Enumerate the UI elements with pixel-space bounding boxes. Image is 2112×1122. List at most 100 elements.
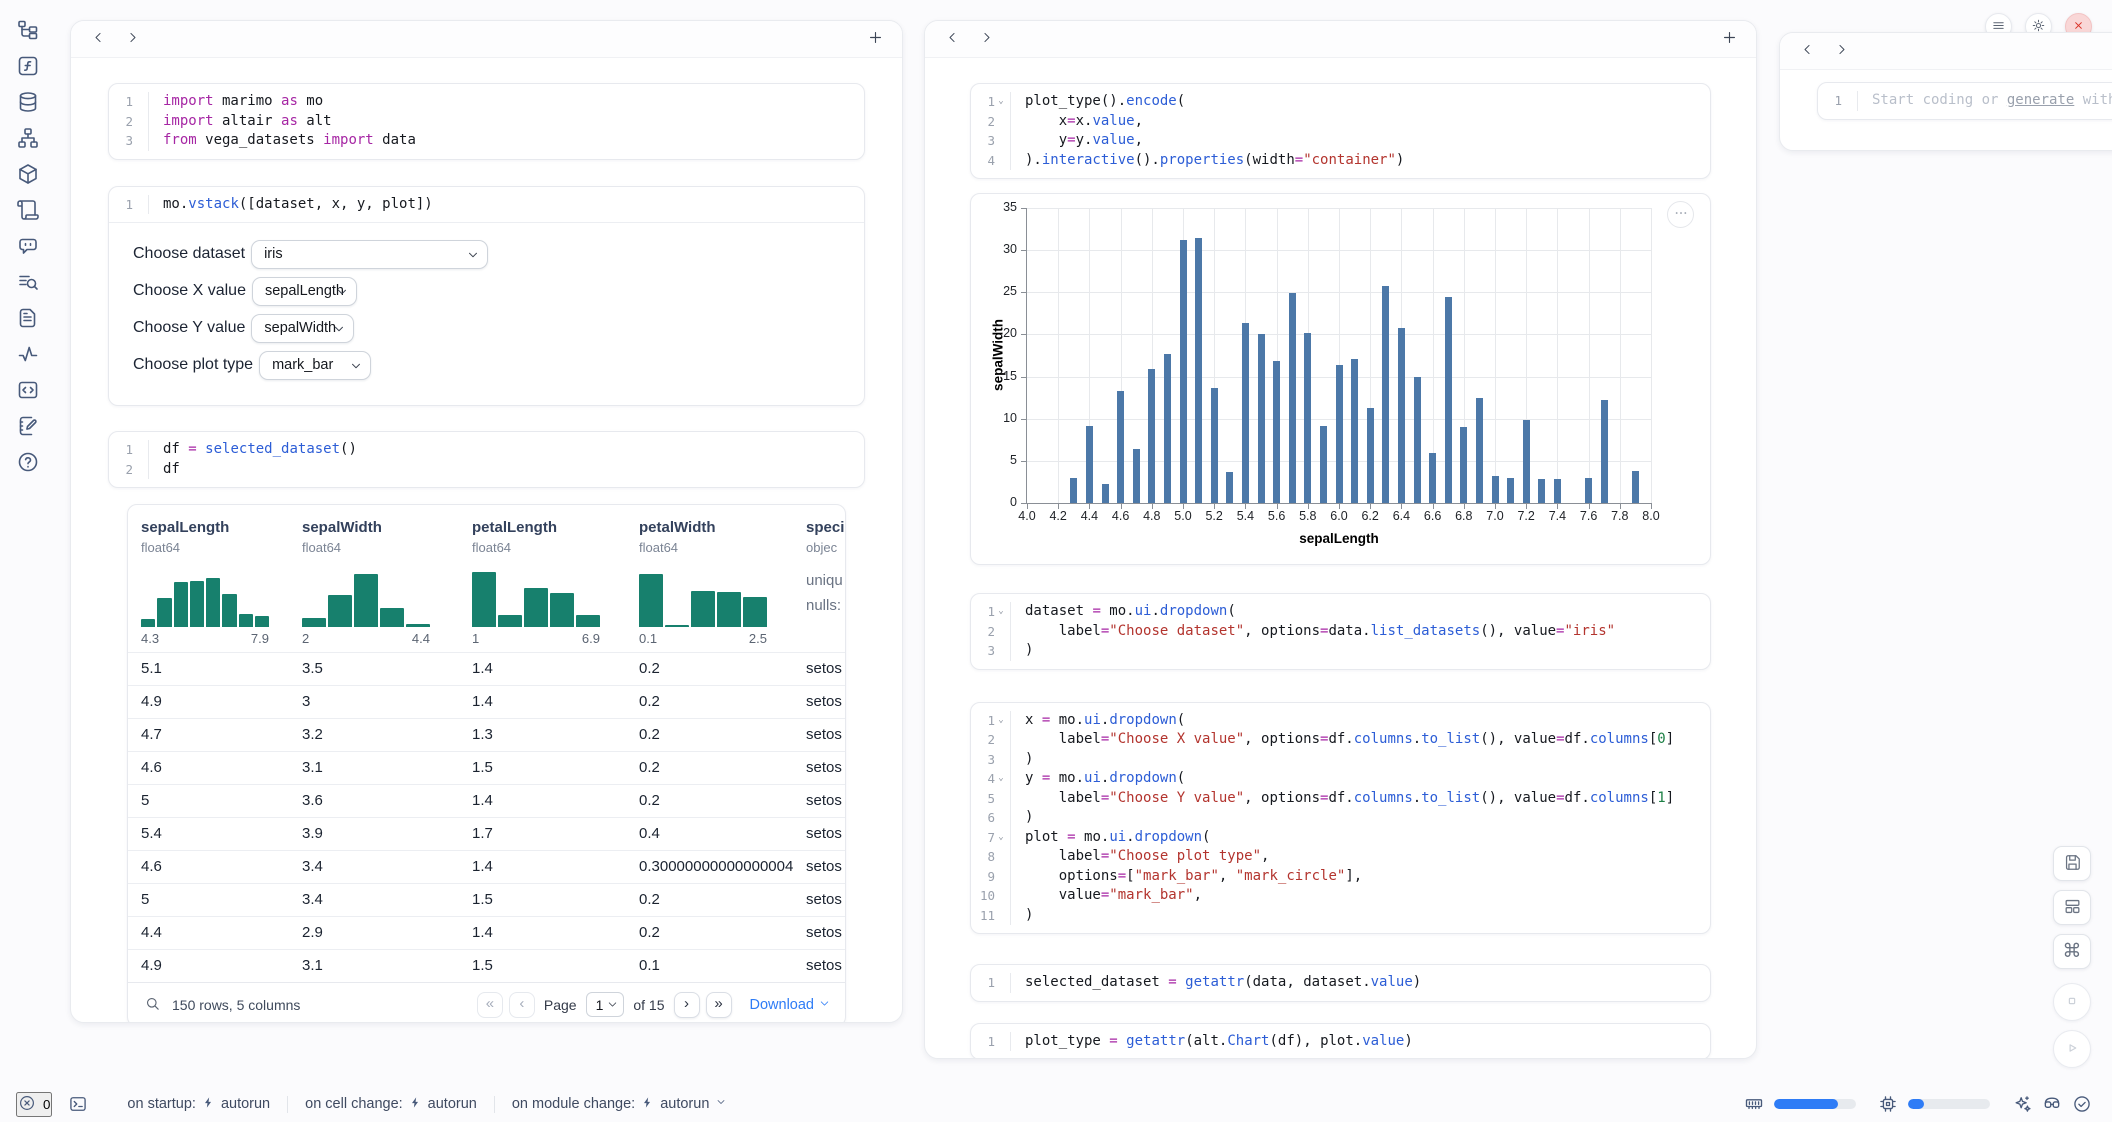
cell-imports-code[interactable]: 1import marimo as mo2import altair as al… bbox=[109, 84, 864, 159]
code-line: 2 label="Choose dataset", options=data.l… bbox=[971, 622, 1710, 642]
cell-selected-dataset-code[interactable]: 1selected_dataset = getattr(data, datase… bbox=[971, 965, 1710, 1001]
range-min: 1 bbox=[472, 631, 479, 646]
chart-plot-area[interactable] bbox=[1027, 208, 1651, 503]
cell-empty-code[interactable]: 1Start coding or generate with AI bbox=[1818, 83, 2112, 119]
scroll-left-button[interactable] bbox=[85, 26, 111, 52]
scroll-right-button[interactable] bbox=[119, 26, 145, 52]
help-button[interactable] bbox=[16, 450, 40, 474]
altair-chart-output[interactable]: 4.04.24.44.64.85.05.25.45.65.86.06.26.46… bbox=[970, 193, 1711, 565]
snippets-button[interactable] bbox=[16, 198, 40, 222]
file-explorer-button[interactable] bbox=[16, 18, 40, 42]
runtime-setting[interactable]: on startup:autorun bbox=[110, 1096, 287, 1113]
table-cell: 0.2 bbox=[639, 693, 806, 710]
next-page-button[interactable]: › bbox=[674, 992, 700, 1018]
table-cell: 3.6 bbox=[302, 792, 472, 809]
packages-button[interactable] bbox=[16, 162, 40, 186]
fold-toggle-icon[interactable]: ⌄ bbox=[995, 92, 1007, 112]
download-button[interactable]: Download bbox=[750, 995, 832, 1014]
dropdown-select-1[interactable]: iris bbox=[251, 240, 488, 269]
zap-icon bbox=[409, 1096, 422, 1113]
cell-df-code[interactable]: 1df = selected_dataset()2df bbox=[109, 432, 864, 487]
code-line: 1⌄plot_type().encode( bbox=[971, 92, 1710, 112]
dropdown-widget-row: Choose X valuesepalLength bbox=[133, 276, 840, 306]
cell-xy-plot-dropdowns-code[interactable]: 1⌄x = mo.ui.dropdown(2 label="Choose X v… bbox=[971, 703, 1710, 934]
fold-toggle-icon[interactable]: ⌄ bbox=[995, 769, 1007, 789]
connection-status-button[interactable] bbox=[2072, 1094, 2092, 1114]
dropdown-select-2[interactable]: sepalLength bbox=[252, 277, 357, 306]
status-bar-right bbox=[1744, 1094, 2092, 1114]
table-column-header: sepalWidthfloat6424.4 bbox=[302, 519, 472, 646]
chart-bar bbox=[1195, 238, 1202, 503]
line-number: 5 bbox=[978, 789, 995, 809]
dependency-graph-button[interactable] bbox=[16, 126, 40, 150]
error-indicator[interactable]: 0 bbox=[16, 1092, 52, 1117]
layout-button[interactable] bbox=[2053, 890, 2091, 925]
functions-button[interactable] bbox=[16, 54, 40, 78]
command-palette-button[interactable]: ⌘ bbox=[2053, 934, 2091, 969]
column-dtype: objec bbox=[806, 539, 844, 556]
cell-df: 1df = selected_dataset()2df bbox=[108, 431, 865, 488]
cell-plot-type-code[interactable]: 1plot_type = getattr(alt.Chart(df), plot… bbox=[971, 1024, 1710, 1060]
chart-bar bbox=[1538, 479, 1545, 503]
logs-icon bbox=[16, 270, 40, 294]
table-search-button[interactable] bbox=[142, 995, 162, 1015]
cell-vstack-code[interactable]: 1mo.vstack([dataset, x, y, plot]) bbox=[109, 187, 864, 223]
fold-toggle-icon[interactable]: ⌄ bbox=[995, 828, 1007, 848]
prev-page-button[interactable]: ‹ bbox=[509, 992, 535, 1018]
column-range: 4.37.9 bbox=[141, 631, 269, 646]
line-number: 2 bbox=[116, 112, 133, 132]
datasources-button[interactable] bbox=[16, 90, 40, 114]
ai-assist-button[interactable] bbox=[2012, 1094, 2032, 1114]
table-row: 4.42.91.40.2setos bbox=[128, 916, 845, 949]
save-button[interactable] bbox=[2053, 846, 2091, 881]
scratchpad-button[interactable] bbox=[16, 414, 40, 438]
add-cell-button[interactable] bbox=[862, 26, 888, 52]
editor-placeholder: Start coding or generate with AI bbox=[1858, 91, 2112, 111]
notebook-column-2: 1⌄plot_type().encode(2 x=x.value,3 y=y.v… bbox=[924, 20, 1757, 1059]
range-min: 2 bbox=[302, 631, 309, 646]
cell-plot-code-code[interactable]: 1⌄plot_type().encode(2 x=x.value,3 y=y.v… bbox=[971, 84, 1710, 178]
scroll-left-button[interactable] bbox=[1794, 38, 1820, 64]
terminal-button[interactable] bbox=[67, 1094, 88, 1115]
table-cell: setos bbox=[806, 792, 846, 809]
table-cell: 4.4 bbox=[141, 924, 302, 941]
dropdown-widget-row: Choose datasetiris bbox=[133, 239, 840, 269]
line-number: 3 bbox=[978, 641, 995, 661]
line-number-gutter: 2 bbox=[971, 730, 1011, 750]
documentation-button[interactable] bbox=[16, 306, 40, 330]
run-button[interactable] bbox=[2053, 1030, 2091, 1068]
range-min: 0.1 bbox=[639, 631, 657, 646]
copilot-button[interactable] bbox=[2042, 1094, 2062, 1114]
y-axis-tick bbox=[1021, 503, 1026, 504]
tracing-button[interactable] bbox=[16, 342, 40, 366]
download-label: Download bbox=[750, 997, 815, 1013]
cell-dataset-dropdown-code[interactable]: 1⌄dataset = mo.ui.dropdown(2 label="Choo… bbox=[971, 594, 1710, 669]
first-page-button[interactable]: « bbox=[477, 992, 503, 1018]
command-icon: ⌘ bbox=[2063, 942, 2082, 961]
scroll-right-button[interactable] bbox=[1828, 38, 1854, 64]
runtime-setting[interactable]: on module change:autorun bbox=[494, 1096, 745, 1113]
chart-menu-button[interactable] bbox=[1667, 201, 1694, 228]
last-page-button[interactable]: » bbox=[706, 992, 732, 1018]
code-text: ) bbox=[1011, 641, 1043, 661]
stop-button[interactable] bbox=[2053, 983, 2091, 1021]
gridline-vertical bbox=[1557, 208, 1558, 503]
logs-button[interactable] bbox=[16, 270, 40, 294]
fold-toggle-icon[interactable]: ⌄ bbox=[995, 602, 1007, 622]
outputs-button[interactable] bbox=[16, 378, 40, 402]
line-number-gutter: 2 bbox=[109, 112, 149, 132]
column-3-body: 1Start coding or generate with AI bbox=[1780, 70, 2112, 120]
scroll-right-button[interactable] bbox=[973, 26, 999, 52]
scroll-left-button[interactable] bbox=[939, 26, 965, 52]
column-name: sepalLength bbox=[141, 519, 296, 537]
y-axis-tick-label: 35 bbox=[985, 200, 1017, 214]
chat-button[interactable] bbox=[16, 234, 40, 258]
add-cell-button[interactable] bbox=[1716, 26, 1742, 52]
page-select[interactable]: 1 bbox=[586, 992, 625, 1017]
dropdown-select-4[interactable]: mark_bar bbox=[259, 351, 371, 380]
fold-toggle-icon[interactable]: ⌄ bbox=[995, 711, 1007, 731]
help-icon bbox=[16, 450, 40, 474]
runtime-setting[interactable]: on cell change:autorun bbox=[287, 1096, 494, 1113]
dropdown-select-3[interactable]: sepalWidth bbox=[251, 314, 354, 343]
chart-bar bbox=[1148, 369, 1155, 503]
